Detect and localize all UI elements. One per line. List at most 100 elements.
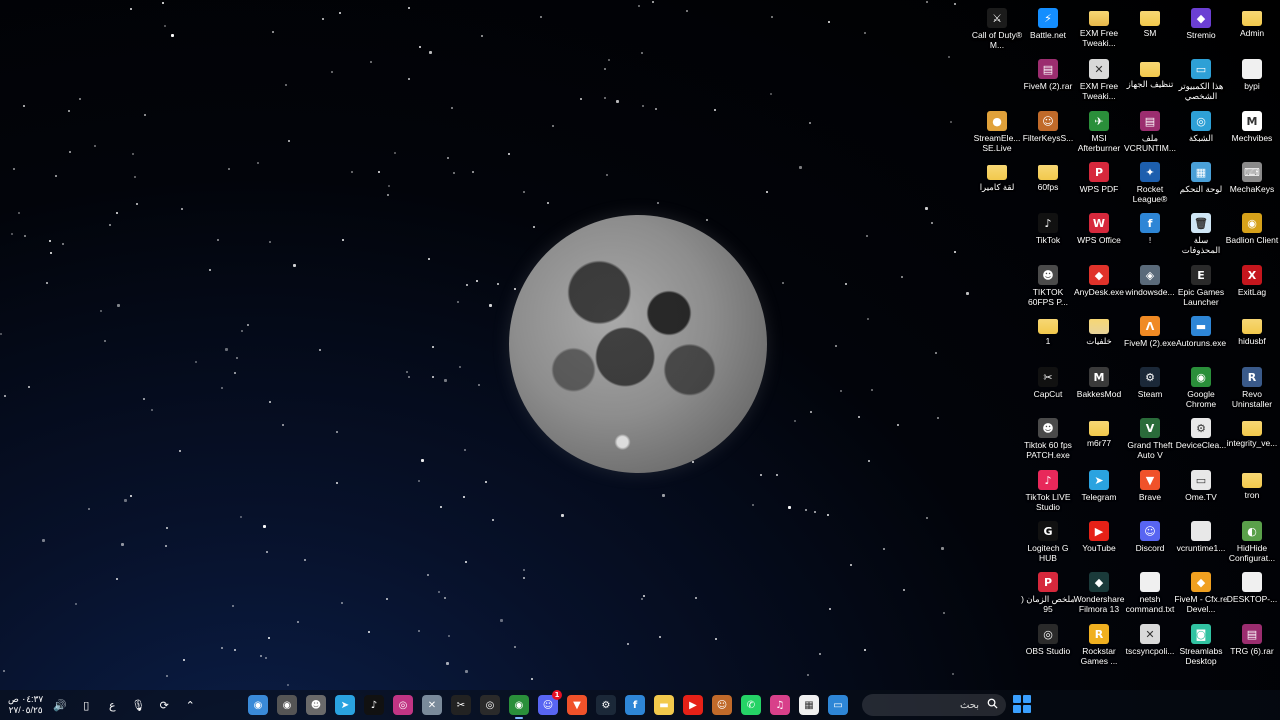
desktop-icon[interactable]: M Mechvibes [1227, 105, 1277, 155]
desktop-icon[interactable]: ◆ Wondershare Filmora 13 [1074, 566, 1124, 616]
desktop-icon[interactable]: R Rockstar Games ... [1074, 618, 1124, 668]
desktop-icon[interactable]: ▤ ملف VCRUNTIM... [1124, 105, 1176, 155]
desktop-icon[interactable]: ▭ Ome.TV [1176, 464, 1226, 514]
desktop-icon[interactable]: ▼ Brave [1125, 464, 1175, 514]
taskbar-itunes-icon[interactable]: ♫ [770, 695, 790, 715]
desktop-icon[interactable]: G Logitech G HUB [1023, 515, 1073, 565]
desktop-icon[interactable]: ⚡ Battle.net [1023, 2, 1073, 52]
clock[interactable]: ٠٤:٣٧ ص ٢٧/٠٥/٢٥ [8, 694, 43, 716]
taskbar-obs-icon[interactable]: ◎ [480, 695, 500, 715]
desktop-icon[interactable]: ➤ Telegram [1074, 464, 1124, 514]
desktop-icon[interactable]: ✦ Rocket League® [1125, 156, 1175, 206]
desktop-icon[interactable]: Λ FiveM (2).exe [1124, 310, 1176, 360]
desktop-icon[interactable]: ⚙ DeviceClea... [1176, 412, 1226, 462]
desktop-icon[interactable]: Admin [1227, 2, 1277, 52]
taskbar-brave-icon[interactable]: ▼ [567, 695, 587, 715]
desktop-icon[interactable]: ● StreamEle... SE.Live [972, 105, 1022, 155]
input-language-indicator[interactable]: ع [105, 699, 119, 712]
desktop-icon[interactable]: ♪ TikTok [1023, 207, 1073, 257]
desktop-icon[interactable]: EXM Free Tweaki... [1074, 2, 1124, 52]
taskbar-safari-icon[interactable]: ◉ [248, 695, 268, 715]
desktop-icon[interactable]: 1 [1023, 310, 1073, 360]
desktop-icon[interactable]: ⚔ Call of Duty® M... [972, 2, 1022, 52]
desktop-icon[interactable]: M BakkesMod [1074, 361, 1124, 411]
desktop-icon[interactable]: bypi [1227, 53, 1277, 103]
desktop-icon[interactable]: ◉ Badlion Client [1226, 207, 1278, 257]
taskbar-youtube-icon[interactable]: ▶ [683, 695, 703, 715]
desktop-icon[interactable]: ☻ TIKTOK 60FPS P... [1023, 259, 1073, 309]
desktop-icon[interactable]: ▬ Autoruns.exe [1176, 310, 1226, 360]
desktop-icon[interactable]: ◆ Stremio [1176, 2, 1226, 52]
star [858, 416, 860, 418]
desktop-icon[interactable]: ◙ Streamlabs Desktop [1176, 618, 1226, 668]
desktop-icon[interactable]: ⚙ Steam [1125, 361, 1175, 411]
taskbar-tiktok-icon[interactable]: ♪ [364, 695, 384, 715]
taskbar-telegram-icon[interactable]: ➤ [335, 695, 355, 715]
desktop-icon[interactable]: integrity_ve... [1227, 412, 1277, 462]
desktop-icon[interactable]: ⌨ MechaKeys [1227, 156, 1277, 206]
chevron-up-icon[interactable]: ⌃ [183, 699, 197, 712]
taskbar-window-icon[interactable]: ▭ [828, 695, 848, 715]
desktop-icon[interactable]: hidusbf [1227, 310, 1277, 360]
taskbar-capcut-icon[interactable]: ✂ [451, 695, 471, 715]
desktop-icon[interactable]: ▦ لوحة التحكم [1176, 156, 1226, 206]
desktop-icon[interactable]: ◐ HidHide Configurat... [1227, 515, 1277, 565]
desktop-icon[interactable]: ✈ MSI Afterburner [1074, 105, 1124, 155]
desktop-icon[interactable]: R Revo Uninstaller [1227, 361, 1277, 411]
taskbar-fivem-file-icon[interactable]: f [625, 695, 645, 715]
taskbar-steam-icon[interactable]: ⚙ [596, 695, 616, 715]
desktop-icon[interactable]: ☻ Tiktok 60 fps PATCH.exe [1023, 412, 1073, 462]
desktop-icon[interactable]: SM [1125, 2, 1175, 52]
network-icon[interactable]: ▯ [79, 699, 93, 712]
desktop-icon[interactable]: W WPS Office [1074, 207, 1124, 257]
desktop-icon[interactable]: DESKTOP-... [1227, 566, 1277, 616]
desktop-icon[interactable]: 🗑 سلة المحذوفات [1176, 207, 1226, 257]
desktop-icon[interactable]: X ExitLag [1227, 259, 1277, 309]
desktop-icon[interactable]: ◆ AnyDesk.exe [1074, 259, 1124, 309]
desktop-icon[interactable]: ▤ FiveM (2).rar [1023, 53, 1073, 103]
desktop-icon[interactable]: ▶ YouTube [1074, 515, 1124, 565]
desktop-icon[interactable]: f! [1125, 207, 1175, 257]
taskbar-tool-icon[interactable]: ✕ [422, 695, 442, 715]
taskbar-search-box[interactable]: بحث [862, 694, 1006, 716]
desktop-icon[interactable]: m6r77 [1074, 412, 1124, 462]
desktop-icon[interactable]: ◆ FiveM - Cfx.re Devel... [1174, 566, 1228, 616]
desktop-icon-label: لوحة التحكم [1179, 184, 1223, 194]
desktop-icon[interactable]: ✂ CapCut [1023, 361, 1073, 411]
desktop-icon[interactable]: ▤ TRG (6).rar [1227, 618, 1277, 668]
desktop-icon[interactable]: vcruntime1... [1176, 515, 1226, 565]
taskbar-file-explorer-icon[interactable]: ▬ [654, 695, 674, 715]
desktop-icon[interactable]: 60fps [1023, 156, 1073, 206]
taskbar-chrome-icon[interactable]: ◉ [509, 695, 529, 719]
desktop-icon[interactable]: ▭ هذا الكمبيوتر الشخصي [1176, 53, 1226, 103]
desktop-icon[interactable]: ◎ OBS Studio [1023, 618, 1073, 668]
taskbar-app-icon[interactable]: ◉ [277, 695, 297, 715]
taskbar-store-icon[interactable]: ☺ [712, 695, 732, 715]
desktop-icon[interactable]: ◎ الشبكة [1176, 105, 1226, 155]
desktop-icon[interactable]: ♪ TikTok LIVE Studio [1023, 464, 1073, 514]
desktop-icon[interactable]: ✕ EXM Free Tweaki... [1074, 53, 1124, 103]
desktop-icon[interactable]: لقة كاميرا [972, 156, 1022, 206]
volume-icon[interactable]: 🔊 [53, 699, 67, 712]
desktop-icon[interactable]: ☺ FilterKeysS... [1023, 105, 1073, 155]
desktop-icon[interactable]: V Grand Theft Auto V [1125, 412, 1175, 462]
taskbar-instagram-icon[interactable]: ◎ [393, 695, 413, 715]
desktop-icon[interactable]: P WPS PDF [1074, 156, 1124, 206]
desktop-icon[interactable]: netsh command.txt [1125, 566, 1175, 616]
desktop-icon[interactable]: تنظيف الجهاز [1125, 53, 1175, 103]
taskbar-microsoft-store-icon[interactable]: ▦ [799, 695, 819, 715]
taskbar-avatar-app-icon[interactable]: ☻ [306, 695, 326, 715]
desktop-icon[interactable]: ◉ Google Chrome [1176, 361, 1226, 411]
taskbar-whatsapp-icon[interactable]: ✆ [741, 695, 761, 715]
windows-start-button[interactable] [1013, 695, 1031, 713]
microphone-icon[interactable]: 🎙 [131, 699, 145, 712]
desktop-icon[interactable]: خلفيات [1074, 310, 1124, 360]
desktop-icon[interactable]: ☺ Discord [1125, 515, 1175, 565]
desktop-icon[interactable]: P ملخص الزمان ( 95 [1021, 566, 1075, 616]
desktop-icon[interactable]: E Epic Games Launcher [1176, 259, 1226, 309]
desktop-icon[interactable]: ◈ windowsde... [1125, 259, 1175, 309]
sync-icon[interactable]: ⟳ [157, 699, 171, 712]
taskbar-discord-icon[interactable]: ☺ 1 [538, 690, 562, 715]
desktop-icon[interactable]: ✕ tscsyncpoli... [1125, 618, 1175, 668]
desktop-icon[interactable]: tron [1227, 464, 1277, 514]
